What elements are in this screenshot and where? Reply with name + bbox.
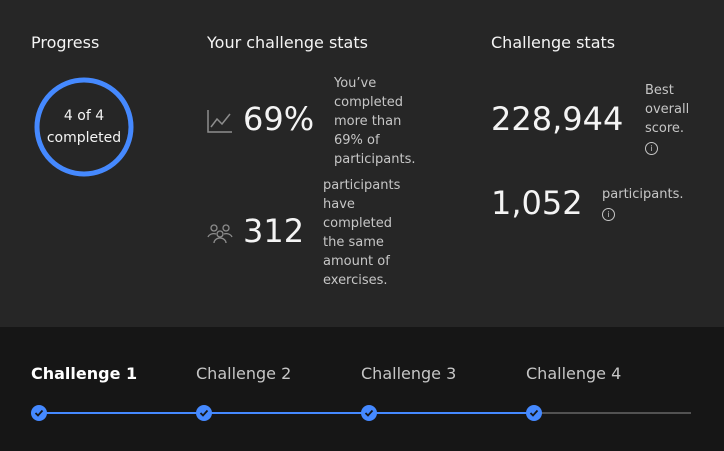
your-stats-title: Your challenge stats [207,33,368,52]
progress-count: 4 of 4 [63,108,105,124]
best-score-description: Best overall score. [645,83,690,136]
checkmark-icon [34,409,44,417]
participants-value: 312 [243,212,305,250]
step-label-challenge-4[interactable]: Challenge 4 [526,364,621,383]
group-icon [207,222,233,244]
participants-description: participants have completed the same amo… [323,178,401,288]
step-indicator-challenge-2[interactable] [196,405,212,421]
total-participants-label: participants. i [602,185,702,223]
checkmark-icon [199,409,209,417]
step-indicator-challenge-1[interactable] [31,405,47,421]
challenge-stats-title: Challenge stats [491,33,616,52]
step-label-challenge-1[interactable]: Challenge 1 [31,364,137,383]
step-connector-3 [369,412,534,414]
step-indicator-challenge-3[interactable] [361,405,377,421]
best-score-value: 228,944 [491,100,624,138]
progress-ring: 4 of 4 completed [33,76,135,178]
total-participants-value: 1,052 [491,184,583,222]
step-connector-1 [39,412,204,414]
progress-title: Progress [31,33,100,52]
percent-value: 69% [243,100,315,138]
stats-panel: Progress 4 of 4 completed Your challenge… [0,0,724,327]
trend-chart-icon [207,109,233,133]
percent-description: You’ve completed more than 69% of partic… [334,76,416,167]
step-label-challenge-3[interactable]: Challenge 3 [361,364,456,383]
best-score-label: Best overall score. i [645,81,705,157]
checkmark-icon [364,409,374,417]
challenge-stepper: Challenge 1 Challenge 2 Challenge 3 Chal… [0,327,724,451]
progress-status: completed [46,130,122,146]
step-label-challenge-2[interactable]: Challenge 2 [196,364,291,383]
info-icon[interactable]: i [602,208,615,221]
step-indicator-challenge-4[interactable] [526,405,542,421]
checkmark-icon [529,409,539,417]
step-connector-2 [204,412,369,414]
info-icon[interactable]: i [645,142,658,155]
total-participants-description: participants. [602,187,684,202]
progress-ring-label: 4 of 4 completed [33,76,135,178]
step-connector-4 [534,412,691,414]
